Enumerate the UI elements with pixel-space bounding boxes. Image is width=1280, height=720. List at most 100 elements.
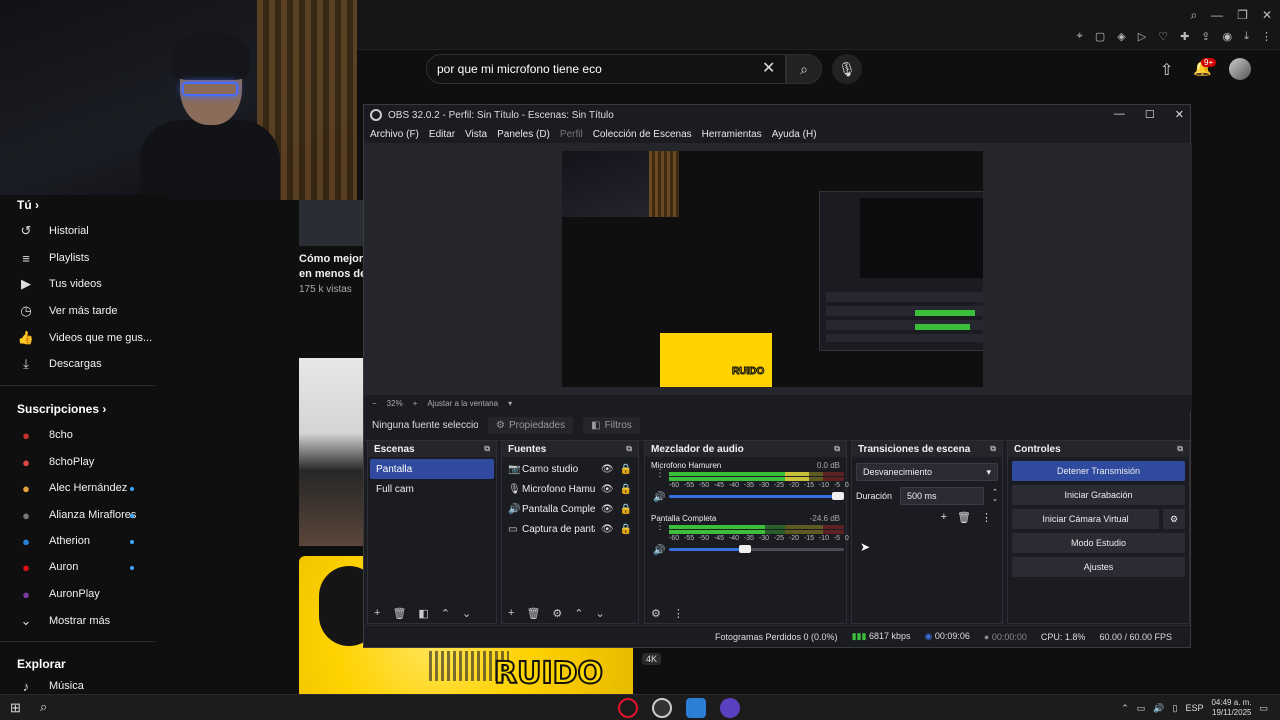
- chevron-up-icon[interactable]: ⌃: [1121, 703, 1129, 714]
- properties-button[interactable]: ⚙ Propiedades: [488, 417, 574, 434]
- pin-icon[interactable]: ⌖: [1077, 30, 1083, 43]
- sidebar-item-watch-later[interactable]: ◷ Ver más tarde: [17, 301, 117, 321]
- menu-profile[interactable]: Perfil: [560, 129, 583, 140]
- sidebar-item-downloads[interactable]: ⤓ Descargas: [17, 354, 101, 374]
- video-thumbnail[interactable]: [299, 200, 363, 246]
- preview-area[interactable]: RUIDO: [364, 143, 1192, 395]
- more-options-icon[interactable]: ⋮: [655, 469, 665, 479]
- move-up-icon[interactable]: ⌃: [574, 607, 583, 620]
- zoom-in-button[interactable]: +: [413, 399, 418, 408]
- lock-icon[interactable]: 🔒: [620, 464, 632, 475]
- menu-file[interactable]: Archivo (F): [370, 129, 419, 140]
- eye-icon[interactable]: 👁: [601, 464, 614, 475]
- close-icon[interactable]: ✕: [1175, 108, 1184, 121]
- sidebar-item-history[interactable]: ↺ Historial: [17, 221, 89, 241]
- eye-icon[interactable]: 👁: [601, 484, 614, 495]
- menu-docks[interactable]: Paneles (D): [497, 129, 550, 140]
- menu-scene-collection[interactable]: Colección de Escenas: [593, 129, 692, 140]
- create-upload-icon[interactable]: ⇧: [1160, 60, 1173, 80]
- spin-arrows-icon[interactable]: ⌃ ⌄: [992, 489, 998, 503]
- sidebar-item-music[interactable]: ♪ Música: [17, 676, 84, 696]
- language-indicator[interactable]: ESP: [1185, 703, 1203, 713]
- share-icon[interactable]: ⇪: [1201, 30, 1210, 43]
- close-icon[interactable]: ✕: [1262, 8, 1272, 23]
- sidebar-sub-atherion[interactable]: ● Atherion: [17, 531, 90, 551]
- user-avatar[interactable]: [1229, 58, 1251, 80]
- windows-start-icon[interactable]: ⊞: [10, 700, 21, 716]
- puzzle-icon[interactable]: ✚: [1180, 30, 1189, 43]
- add-icon[interactable]: +: [508, 607, 514, 619]
- more-options-icon[interactable]: ⋮: [981, 511, 992, 524]
- eye-icon[interactable]: 👁: [601, 504, 614, 515]
- crop-icon[interactable]: ▢: [1095, 30, 1105, 43]
- menu-edit[interactable]: Editar: [429, 129, 455, 140]
- volume-slider[interactable]: [669, 492, 844, 500]
- add-icon[interactable]: +: [941, 511, 947, 524]
- video-thumbnail[interactable]: [299, 358, 363, 546]
- zoom-out-button[interactable]: −: [372, 399, 377, 408]
- menu-tools[interactable]: Herramientas: [702, 129, 762, 140]
- speaker-icon[interactable]: 🔊: [653, 492, 665, 503]
- shield-icon[interactable]: ◈: [1117, 30, 1125, 43]
- source-item[interactable]: 🎙Microfono Hamuren 👁 🔒: [502, 479, 638, 499]
- menu-icon[interactable]: ⋮: [1261, 30, 1272, 43]
- fit-window-label[interactable]: Ajustar a la ventana: [427, 399, 498, 408]
- studio-mode-button[interactable]: Modo Estudio: [1012, 533, 1185, 553]
- sidebar-item-liked-videos[interactable]: 👍 Videos que me gus...: [17, 328, 152, 348]
- scene-item-pantalla[interactable]: Pantalla: [370, 459, 494, 479]
- search-button[interactable]: ⌕: [786, 54, 822, 84]
- battery-icon[interactable]: ▯: [1172, 703, 1177, 714]
- sidebar-sub-auron[interactable]: ● Auron: [17, 557, 78, 577]
- undock-icon[interactable]: ⧉: [626, 444, 632, 454]
- you-section-heading[interactable]: Tú ›: [17, 198, 39, 212]
- stop-stream-button[interactable]: Detener Transmisión: [1012, 461, 1185, 481]
- volume-slider[interactable]: [669, 545, 844, 553]
- more-options-icon[interactable]: ⋮: [673, 607, 684, 620]
- video-title[interactable]: Cómo mejora en menos de: [299, 252, 363, 282]
- filter-icon[interactable]: ◧: [418, 607, 428, 620]
- sidebar-sub-auronplay[interactable]: ● AuronPlay: [17, 584, 100, 604]
- undock-icon[interactable]: ⧉: [1177, 444, 1183, 454]
- search-icon[interactable]: ⌕: [1190, 8, 1197, 23]
- trash-icon[interactable]: 🗑: [392, 607, 406, 620]
- start-virtual-camera-button[interactable]: Iniciar Cámara Virtual: [1012, 509, 1159, 529]
- sidebar-sub-8choplay[interactable]: ● 8choPlay: [17, 452, 94, 472]
- lock-icon[interactable]: 🔒: [620, 504, 632, 515]
- subscriptions-heading[interactable]: Suscripciones ›: [17, 402, 106, 416]
- restore-icon[interactable]: ❐: [1237, 8, 1248, 23]
- heart-icon[interactable]: ♡: [1158, 30, 1168, 43]
- app-icon[interactable]: [720, 698, 740, 718]
- duration-spinbox[interactable]: 500 ms: [900, 487, 985, 505]
- voice-search-button[interactable]: 🎙: [832, 54, 862, 84]
- source-item[interactable]: 📷 Camo studio 👁 🔒: [502, 459, 638, 479]
- transition-select[interactable]: Desvanecimiento ▾: [856, 463, 998, 481]
- speaker-icon[interactable]: 🔊: [653, 545, 665, 556]
- notification-center-icon[interactable]: ▭: [1259, 703, 1268, 714]
- scene-item-full-cam[interactable]: Full cam: [370, 479, 494, 499]
- sidebar-show-more[interactable]: ⌄ Mostrar más: [17, 611, 111, 631]
- sidebar-sub-8cho[interactable]: ● 8cho: [17, 425, 73, 445]
- menu-view[interactable]: Vista: [465, 129, 487, 140]
- undock-icon[interactable]: ⧉: [484, 444, 490, 454]
- play-icon[interactable]: ▷: [1138, 30, 1146, 43]
- preview-canvas[interactable]: RUIDO: [562, 151, 983, 387]
- volume-icon[interactable]: 🔊: [1153, 703, 1164, 714]
- sidebar-sub-alec[interactable]: ● Alec Hernández: [17, 478, 127, 498]
- sidebar-item-your-videos[interactable]: ▶ Tus videos: [17, 274, 102, 294]
- download-icon[interactable]: ⤓: [1244, 30, 1249, 43]
- slider-knob[interactable]: [739, 545, 752, 553]
- maximize-icon[interactable]: ☐: [1145, 108, 1155, 121]
- profile-icon[interactable]: ◉: [1223, 30, 1233, 43]
- gear-icon[interactable]: ⚙: [552, 607, 562, 620]
- undock-icon[interactable]: ⧉: [990, 444, 996, 454]
- more-options-icon[interactable]: ⋮: [655, 522, 665, 532]
- move-down-icon[interactable]: ⌄: [596, 607, 605, 620]
- chevron-down-icon[interactable]: ▾: [508, 399, 512, 408]
- opera-icon[interactable]: [618, 698, 638, 718]
- clock[interactable]: 04:49 a. m. 19/11/2025: [1211, 698, 1251, 718]
- network-icon[interactable]: ▭: [1137, 703, 1146, 714]
- slider-knob[interactable]: [832, 492, 844, 500]
- undock-icon[interactable]: ⧉: [834, 444, 840, 454]
- trash-icon[interactable]: 🗑: [526, 607, 540, 620]
- lock-icon[interactable]: 🔒: [620, 484, 632, 495]
